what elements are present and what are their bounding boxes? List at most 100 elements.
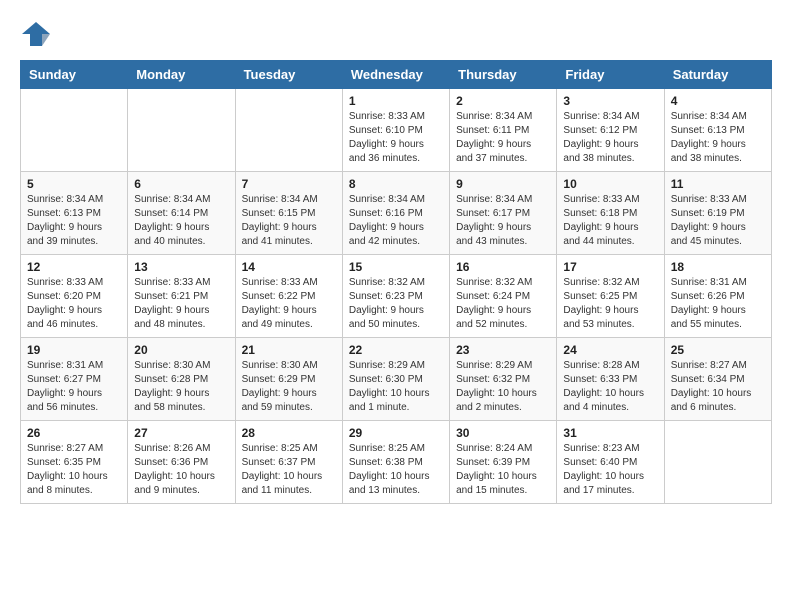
- day-info: Sunrise: 8:33 AM Sunset: 6:20 PM Dayligh…: [27, 276, 121, 332]
- day-info: Sunrise: 8:32 AM Sunset: 6:25 PM Dayligh…: [563, 276, 657, 332]
- day-number: 22: [349, 343, 443, 357]
- calendar-cell: 22 Sunrise: 8:29 AM Sunset: 6:30 PM Dayli…: [342, 338, 449, 421]
- calendar: SundayMondayTuesdayWednesdayThursdayFrid…: [20, 60, 772, 504]
- calendar-week-5: 26 Sunrise: 8:27 AM Sunset: 6:35 PM Dayli…: [21, 421, 772, 504]
- day-info: Sunrise: 8:31 AM Sunset: 6:27 PM Dayligh…: [27, 359, 121, 415]
- day-info: Sunrise: 8:25 AM Sunset: 6:37 PM Dayligh…: [242, 442, 336, 498]
- calendar-cell: 17Sunrise: 8:32 AM Sunset: 6:25 PM Dayli…: [557, 255, 664, 338]
- calendar-cell: 30Sunrise: 8:24 AM Sunset: 6:39 PM Dayli…: [450, 421, 557, 504]
- calendar-week-1: 1 Sunrise: 8:33 AM Sunset: 6:10 PM Daylig…: [21, 89, 772, 172]
- header-thursday: Thursday: [450, 61, 557, 89]
- calendar-cell: 10 Sunrise: 8:33 AM Sunset: 6:18 PM Dayli…: [557, 172, 664, 255]
- header-monday: Monday: [128, 61, 235, 89]
- day-info: Sunrise: 8:30 AM Sunset: 6:28 PM Dayligh…: [134, 359, 228, 415]
- calendar-cell: 24 Sunrise: 8:28 AM Sunset: 6:33 PM Dayli…: [557, 338, 664, 421]
- day-info: Sunrise: 8:27 AM Sunset: 6:34 PM Dayligh…: [671, 359, 765, 415]
- day-number: 16: [456, 260, 550, 274]
- day-info: Sunrise: 8:29 AM Sunset: 6:32 PM Dayligh…: [456, 359, 550, 415]
- day-number: 27: [134, 426, 228, 440]
- day-number: 12: [27, 260, 121, 274]
- calendar-cell: 29 Sunrise: 8:25 AM Sunset: 6:38 PM Dayli…: [342, 421, 449, 504]
- calendar-week-4: 19Sunrise: 8:31 AM Sunset: 6:27 PM Dayli…: [21, 338, 772, 421]
- day-info: Sunrise: 8:33 AM Sunset: 6:22 PM Dayligh…: [242, 276, 336, 332]
- calendar-cell: 25 Sunrise: 8:27 AM Sunset: 6:34 PM Dayli…: [664, 338, 771, 421]
- logo: [20, 20, 52, 44]
- day-number: 25: [671, 343, 765, 357]
- day-info: Sunrise: 8:27 AM Sunset: 6:35 PM Dayligh…: [27, 442, 121, 498]
- calendar-cell: 16 Sunrise: 8:32 AM Sunset: 6:24 PM Dayli…: [450, 255, 557, 338]
- calendar-cell: 20 Sunrise: 8:30 AM Sunset: 6:28 PM Dayli…: [128, 338, 235, 421]
- day-info: Sunrise: 8:23 AM Sunset: 6:40 PM Dayligh…: [563, 442, 657, 498]
- calendar-cell: 7 Sunrise: 8:34 AM Sunset: 6:15 PM Daylig…: [235, 172, 342, 255]
- day-number: 14: [242, 260, 336, 274]
- day-number: 30: [456, 426, 550, 440]
- day-info: Sunrise: 8:34 AM Sunset: 6:16 PM Dayligh…: [349, 193, 443, 249]
- calendar-cell: 21 Sunrise: 8:30 AM Sunset: 6:29 PM Dayli…: [235, 338, 342, 421]
- day-number: 29: [349, 426, 443, 440]
- day-info: Sunrise: 8:34 AM Sunset: 6:17 PM Dayligh…: [456, 193, 550, 249]
- day-number: 11: [671, 177, 765, 191]
- header: [20, 20, 772, 44]
- day-info: Sunrise: 8:32 AM Sunset: 6:24 PM Dayligh…: [456, 276, 550, 332]
- day-number: 15: [349, 260, 443, 274]
- day-number: 6: [134, 177, 228, 191]
- day-number: 3: [563, 94, 657, 108]
- day-number: 10: [563, 177, 657, 191]
- day-number: 5: [27, 177, 121, 191]
- day-info: Sunrise: 8:33 AM Sunset: 6:10 PM Dayligh…: [349, 110, 443, 166]
- calendar-cell: 15 Sunrise: 8:32 AM Sunset: 6:23 PM Dayli…: [342, 255, 449, 338]
- day-info: Sunrise: 8:33 AM Sunset: 6:19 PM Dayligh…: [671, 193, 765, 249]
- day-number: 13: [134, 260, 228, 274]
- calendar-cell: 14 Sunrise: 8:33 AM Sunset: 6:22 PM Dayli…: [235, 255, 342, 338]
- day-info: Sunrise: 8:30 AM Sunset: 6:29 PM Dayligh…: [242, 359, 336, 415]
- calendar-week-3: 12 Sunrise: 8:33 AM Sunset: 6:20 PM Dayli…: [21, 255, 772, 338]
- header-saturday: Saturday: [664, 61, 771, 89]
- calendar-cell: [21, 89, 128, 172]
- calendar-cell: 13 Sunrise: 8:33 AM Sunset: 6:21 PM Dayli…: [128, 255, 235, 338]
- day-number: 1: [349, 94, 443, 108]
- calendar-cell: 31 Sunrise: 8:23 AM Sunset: 6:40 PM Dayli…: [557, 421, 664, 504]
- calendar-cell: [235, 89, 342, 172]
- calendar-cell: 9 Sunrise: 8:34 AM Sunset: 6:17 PM Daylig…: [450, 172, 557, 255]
- day-info: Sunrise: 8:32 AM Sunset: 6:23 PM Dayligh…: [349, 276, 443, 332]
- calendar-cell: 8 Sunrise: 8:34 AM Sunset: 6:16 PM Daylig…: [342, 172, 449, 255]
- header-friday: Friday: [557, 61, 664, 89]
- day-number: 4: [671, 94, 765, 108]
- day-number: 21: [242, 343, 336, 357]
- day-info: Sunrise: 8:34 AM Sunset: 6:15 PM Dayligh…: [242, 193, 336, 249]
- day-info: Sunrise: 8:34 AM Sunset: 6:12 PM Dayligh…: [563, 110, 657, 166]
- day-number: 31: [563, 426, 657, 440]
- day-info: Sunrise: 8:26 AM Sunset: 6:36 PM Dayligh…: [134, 442, 228, 498]
- calendar-cell: [664, 421, 771, 504]
- day-info: Sunrise: 8:34 AM Sunset: 6:11 PM Dayligh…: [456, 110, 550, 166]
- logo-icon: [20, 20, 48, 44]
- day-info: Sunrise: 8:33 AM Sunset: 6:21 PM Dayligh…: [134, 276, 228, 332]
- day-number: 18: [671, 260, 765, 274]
- calendar-cell: 23Sunrise: 8:29 AM Sunset: 6:32 PM Dayli…: [450, 338, 557, 421]
- day-number: 9: [456, 177, 550, 191]
- header-wednesday: Wednesday: [342, 61, 449, 89]
- calendar-cell: 11 Sunrise: 8:33 AM Sunset: 6:19 PM Dayli…: [664, 172, 771, 255]
- calendar-week-2: 5 Sunrise: 8:34 AM Sunset: 6:13 PM Daylig…: [21, 172, 772, 255]
- calendar-cell: 19Sunrise: 8:31 AM Sunset: 6:27 PM Dayli…: [21, 338, 128, 421]
- day-number: 20: [134, 343, 228, 357]
- calendar-cell: 27 Sunrise: 8:26 AM Sunset: 6:36 PM Dayli…: [128, 421, 235, 504]
- day-number: 7: [242, 177, 336, 191]
- day-info: Sunrise: 8:34 AM Sunset: 6:13 PM Dayligh…: [27, 193, 121, 249]
- calendar-cell: 18Sunrise: 8:31 AM Sunset: 6:26 PM Dayli…: [664, 255, 771, 338]
- day-info: Sunrise: 8:33 AM Sunset: 6:18 PM Dayligh…: [563, 193, 657, 249]
- calendar-cell: 1 Sunrise: 8:33 AM Sunset: 6:10 PM Daylig…: [342, 89, 449, 172]
- calendar-cell: 3 Sunrise: 8:34 AM Sunset: 6:12 PM Daylig…: [557, 89, 664, 172]
- header-sunday: Sunday: [21, 61, 128, 89]
- day-number: 28: [242, 426, 336, 440]
- day-number: 8: [349, 177, 443, 191]
- day-info: Sunrise: 8:28 AM Sunset: 6:33 PM Dayligh…: [563, 359, 657, 415]
- calendar-cell: 12 Sunrise: 8:33 AM Sunset: 6:20 PM Dayli…: [21, 255, 128, 338]
- day-number: 26: [27, 426, 121, 440]
- day-number: 24: [563, 343, 657, 357]
- day-info: Sunrise: 8:29 AM Sunset: 6:30 PM Dayligh…: [349, 359, 443, 415]
- calendar-cell: 5 Sunrise: 8:34 AM Sunset: 6:13 PM Daylig…: [21, 172, 128, 255]
- day-info: Sunrise: 8:25 AM Sunset: 6:38 PM Dayligh…: [349, 442, 443, 498]
- calendar-cell: 28 Sunrise: 8:25 AM Sunset: 6:37 PM Dayli…: [235, 421, 342, 504]
- calendar-cell: 6Sunrise: 8:34 AM Sunset: 6:14 PM Daylig…: [128, 172, 235, 255]
